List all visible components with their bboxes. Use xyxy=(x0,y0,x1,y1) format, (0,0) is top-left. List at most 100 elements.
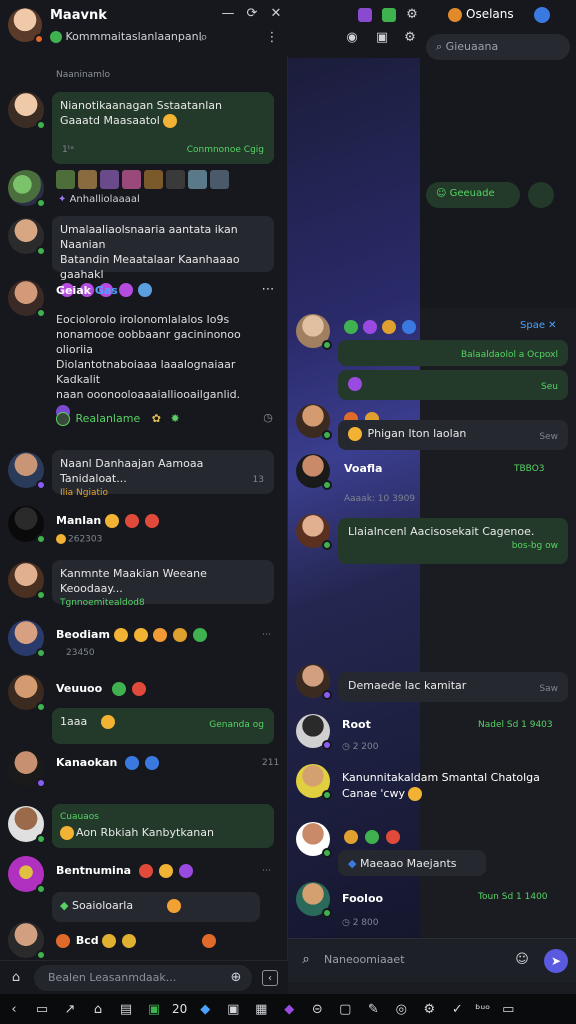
message-bubble[interactable]: Phigan Iton laolan Sew xyxy=(338,420,568,450)
avatar[interactable] xyxy=(296,714,332,750)
settings-icon[interactable]: ⚙ xyxy=(404,7,420,23)
reaction-row[interactable]: Realanlame ✿ ✸ xyxy=(56,412,180,426)
gear-icon[interactable]: ⚙ xyxy=(402,30,418,46)
thumbnail[interactable] xyxy=(166,170,185,189)
avatar[interactable] xyxy=(296,454,332,490)
add-icon[interactable]: ⊕ xyxy=(228,970,244,986)
contact-name[interactable]: Bentnumina xyxy=(56,864,195,878)
circle-icon[interactable]: ◉ xyxy=(344,30,360,46)
notification-icon[interactable]: ▭ xyxy=(494,1002,522,1017)
search-input[interactable]: ⌕ Gieuaana xyxy=(426,34,570,60)
close-icon[interactable]: ✕ xyxy=(268,6,284,22)
contact-name[interactable]: Voafla xyxy=(344,462,382,475)
thumbnail[interactable] xyxy=(144,170,163,189)
blue-app-icon[interactable]: ◆ xyxy=(191,1002,219,1017)
collapse-icon[interactable]: ▭ xyxy=(28,1002,56,1017)
header-link[interactable]: Spae ✕ xyxy=(520,320,557,331)
avatar[interactable] xyxy=(8,218,46,256)
contact-name[interactable]: Root xyxy=(342,718,371,731)
brush-icon[interactable]: ✎ xyxy=(359,1002,387,1017)
purple-app-icon[interactable]: ◆ xyxy=(275,1002,303,1017)
contact-name[interactable]: Beodiam xyxy=(56,628,209,642)
avatar[interactable] xyxy=(8,280,46,318)
message-bubble[interactable]: ◆ Soaioloarla xyxy=(52,892,260,922)
emoji-icon[interactable]: ☺ xyxy=(514,952,530,968)
photo-icon[interactable]: ▣ xyxy=(219,1002,247,1017)
message-bubble[interactable]: Naanl Danhaajan Aamoaa Tanidaloat... Ili… xyxy=(52,450,274,498)
user-avatar[interactable] xyxy=(8,8,44,44)
composer-placeholder[interactable]: Naneoomiaaet xyxy=(324,953,405,966)
message-bubble[interactable]: Llaialncenl Aacisosekait Cagenoe. bos-bg… xyxy=(338,518,568,564)
contact-name[interactable]: Bcd xyxy=(56,934,218,948)
message-bubble[interactable]: Demaede lac kamitar Saw xyxy=(338,672,568,702)
message-bubble[interactable]: Kanmnte Maakian Weeane Keoodaay... Tgnno… xyxy=(52,560,274,608)
thumbnail[interactable] xyxy=(56,170,75,189)
message-input[interactable]: Bealen Leasanmdaak... xyxy=(34,965,252,991)
home-icon[interactable]: ⌂ xyxy=(8,970,24,986)
avatar[interactable] xyxy=(296,664,332,700)
send-button[interactable]: ➤ xyxy=(544,949,568,973)
contact-name[interactable]: Kanaokan xyxy=(56,756,161,770)
more-horizontal-icon[interactable]: ⋯ xyxy=(260,282,276,298)
message-bubble[interactable]: Nianotikaanagan Sstaatanlan Gaaatd Maasa… xyxy=(52,92,274,164)
shield-icon[interactable] xyxy=(534,7,550,23)
green-app-icon[interactable] xyxy=(382,8,396,22)
avatar[interactable] xyxy=(296,314,332,350)
back-icon[interactable]: ‹ xyxy=(0,1002,28,1017)
refresh-icon[interactable]: ⟳ xyxy=(244,6,260,22)
more-horizontal-icon[interactable]: ⋯ xyxy=(262,866,271,876)
collapse-icon[interactable]: ‹ xyxy=(262,970,278,986)
search-result[interactable]: ☺ Geeuade xyxy=(426,182,520,208)
avatar[interactable] xyxy=(296,514,332,550)
message-bubble[interactable]: Balaaldaolol a Ocpoxl xyxy=(338,340,568,366)
message-bubble[interactable]: Cuauaos Aon Rbkiah Kanbytkanan xyxy=(52,804,274,848)
avatar[interactable] xyxy=(8,562,46,600)
avatar[interactable] xyxy=(8,620,46,658)
avatar[interactable] xyxy=(8,452,46,490)
avatar[interactable] xyxy=(8,674,46,712)
gear-icon[interactable]: ⚙ xyxy=(415,1002,443,1017)
media-thumbnails[interactable] xyxy=(56,170,229,189)
purple-app-icon[interactable] xyxy=(358,8,372,22)
message-pill[interactable]: ◆ Maeaao Maejants xyxy=(338,850,486,876)
controller-icon[interactable]: ⊝ xyxy=(303,1002,331,1017)
post-author[interactable]: Geiak Gas xyxy=(56,284,118,297)
grid-icon[interactable]: ▦ xyxy=(247,1002,275,1017)
message-bubble[interactable]: Umalaaliaolsnaaria aantata ikan Naanian … xyxy=(52,216,274,297)
home-icon[interactable]: ⌂ xyxy=(84,1002,112,1017)
avatar[interactable] xyxy=(296,764,332,800)
avatar[interactable] xyxy=(8,506,46,544)
thumbnail[interactable] xyxy=(122,170,141,189)
contact-name[interactable]: Fooloo xyxy=(342,892,383,905)
thumbnail[interactable] xyxy=(188,170,207,189)
avatar[interactable] xyxy=(8,92,46,130)
check-icon[interactable]: ✓ xyxy=(443,1002,471,1017)
message-bubble[interactable]: 1aaa Genanda og xyxy=(52,708,274,744)
contact-name[interactable]: Manlan xyxy=(56,514,161,528)
image-icon[interactable]: ▣ xyxy=(374,30,390,46)
globe-icon[interactable]: ◎ xyxy=(387,1002,415,1017)
avatar[interactable] xyxy=(8,750,46,788)
avatar[interactable] xyxy=(296,404,332,440)
search-icon[interactable]: ⌕ xyxy=(196,30,212,46)
thumbnail[interactable] xyxy=(210,170,229,189)
avatar[interactable] xyxy=(8,856,46,894)
minimize-icon[interactable]: — xyxy=(220,6,236,22)
more-horizontal-icon[interactable]: ⋯ xyxy=(262,630,271,640)
share-icon[interactable]: ↗ xyxy=(56,1002,84,1017)
contact-name[interactable]: Veuuoo xyxy=(56,682,148,696)
avatar[interactable] xyxy=(296,822,332,858)
more-vertical-icon[interactable]: ⋮ xyxy=(264,30,280,46)
apps-icon[interactable]: ▤ xyxy=(112,1002,140,1017)
server-icon[interactable] xyxy=(448,8,462,22)
avatar[interactable] xyxy=(8,922,46,960)
window-icon[interactable]: ▢ xyxy=(331,1002,359,1017)
message-bubble[interactable]: Seu xyxy=(338,370,568,400)
search-icon[interactable]: ⌕ xyxy=(298,952,314,968)
avatar[interactable] xyxy=(8,806,46,844)
app-icon[interactable]: ▣ xyxy=(140,1002,168,1017)
avatar[interactable] xyxy=(8,170,46,208)
message-feed[interactable]: Naaninamlo Nianotikaanagan Sstaatanlan G… xyxy=(0,56,288,960)
result-action[interactable] xyxy=(528,182,554,208)
thumbnail[interactable] xyxy=(78,170,97,189)
